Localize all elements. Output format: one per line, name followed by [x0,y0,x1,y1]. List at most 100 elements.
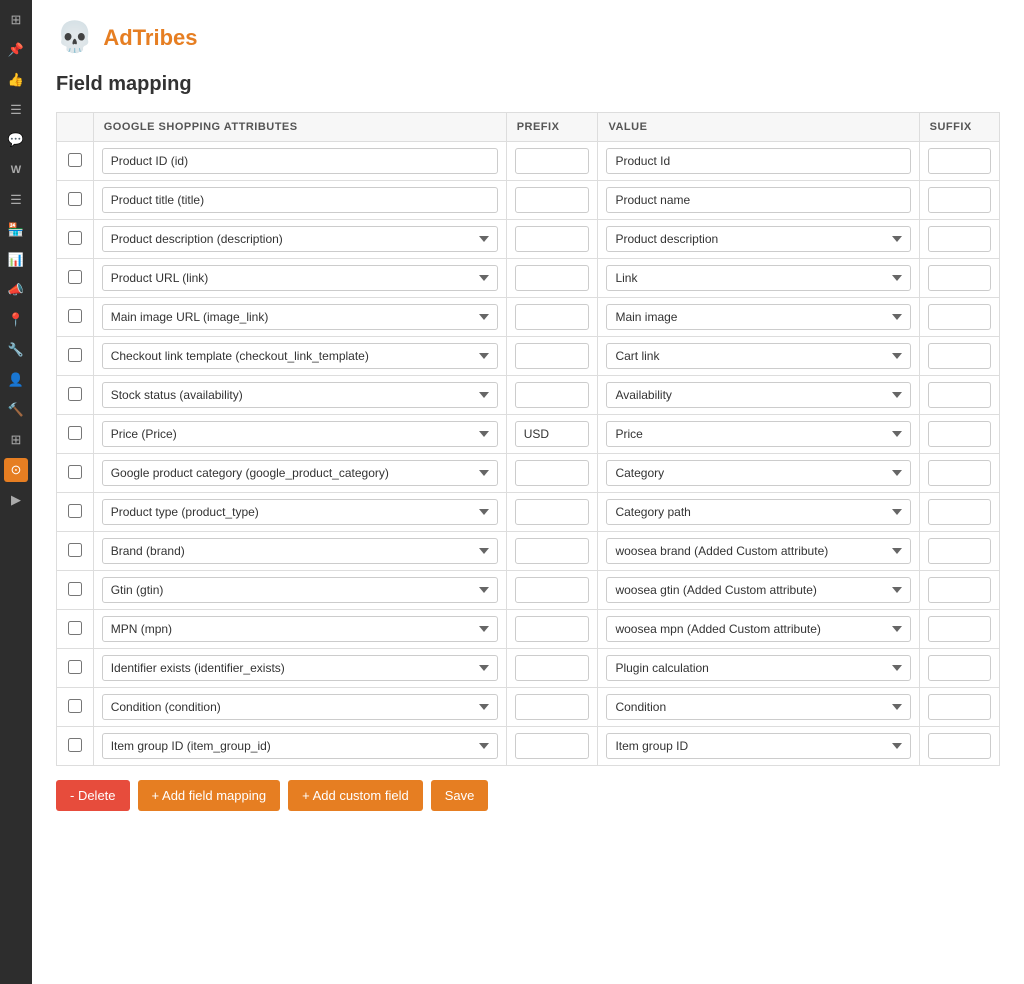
attribute-select-5[interactable]: Main image URL (image_link) [102,304,498,330]
list-icon[interactable]: ☰ [4,98,28,122]
add-mapping-button[interactable]: + Add field mapping [138,780,281,811]
row-checkbox-2[interactable] [68,192,82,206]
row-checkbox-8[interactable] [68,426,82,440]
person-icon[interactable]: 👤 [4,368,28,392]
prefix-input-16[interactable] [515,733,590,759]
prefix-input-7[interactable] [515,382,590,408]
value-select-8[interactable]: Price [606,421,910,447]
attribute-select-16[interactable]: Item group ID (item_group_id) [102,733,498,759]
active-icon[interactable]: ⊙ [4,458,28,482]
prefix-input-15[interactable] [515,694,590,720]
suffix-input-4[interactable] [928,265,991,291]
value-select-6[interactable]: Cart link [606,343,910,369]
prefix-input-8[interactable] [515,421,590,447]
row-checkbox-13[interactable] [68,621,82,635]
row-checkbox-4[interactable] [68,270,82,284]
row-checkbox-6[interactable] [68,348,82,362]
value-select-3[interactable]: Product description [606,226,910,252]
store-icon[interactable]: 🏪 [4,218,28,242]
prefix-input-2[interactable] [515,187,590,213]
attribute-select-9[interactable]: Google product category (google_product_… [102,460,498,486]
prefix-input-11[interactable] [515,538,590,564]
save-button[interactable]: Save [431,780,489,811]
attribute-select-12[interactable]: Gtin (gtin) [102,577,498,603]
pin2-icon[interactable]: 📍 [4,308,28,332]
prefix-input-14[interactable] [515,655,590,681]
row-checkbox-12[interactable] [68,582,82,596]
attribute-select-10[interactable]: Product type (product_type) [102,499,498,525]
row-checkbox-14[interactable] [68,660,82,674]
pin-icon[interactable]: 📌 [4,38,28,62]
row-checkbox-9[interactable] [68,465,82,479]
thumbs-icon[interactable]: 👍 [4,68,28,92]
add-custom-button[interactable]: + Add custom field [288,780,423,811]
suffix-input-7[interactable] [928,382,991,408]
attribute-select-7[interactable]: Stock status (availability) [102,382,498,408]
chart-icon[interactable]: 📊 [4,248,28,272]
suffix-input-8[interactable] [928,421,991,447]
suffix-input-14[interactable] [928,655,991,681]
suffix-input-5[interactable] [928,304,991,330]
dashboard-icon[interactable]: ⊞ [4,8,28,32]
attribute-select-4[interactable]: Product URL (link) [102,265,498,291]
tool-icon[interactable]: 🔧 [4,338,28,362]
row-checkbox-10[interactable] [68,504,82,518]
row-checkbox-1[interactable] [68,153,82,167]
attribute-select-11[interactable]: Brand (brand) [102,538,498,564]
woo-icon[interactable]: W [4,158,28,182]
prefix-input-9[interactable] [515,460,590,486]
value-input-1[interactable] [606,148,910,174]
value-select-16[interactable]: Item group ID [606,733,910,759]
attribute-select-6[interactable]: Checkout link template (checkout_link_te… [102,343,498,369]
prefix-input-4[interactable] [515,265,590,291]
row-checkbox-11[interactable] [68,543,82,557]
value-select-12[interactable]: woosea gtin (Added Custom attribute) [606,577,910,603]
suffix-input-11[interactable] [928,538,991,564]
value-select-7[interactable]: Availability [606,382,910,408]
row-checkbox-3[interactable] [68,231,82,245]
suffix-input-10[interactable] [928,499,991,525]
suffix-input-16[interactable] [928,733,991,759]
suffix-input-13[interactable] [928,616,991,642]
attribute-select-14[interactable]: Identifier exists (identifier_exists) [102,655,498,681]
menu2-icon[interactable]: ☰ [4,188,28,212]
value-select-15[interactable]: Condition [606,694,910,720]
suffix-input-6[interactable] [928,343,991,369]
value-select-4[interactable]: Link [606,265,910,291]
prefix-input-6[interactable] [515,343,590,369]
grid-icon[interactable]: ⊞ [4,428,28,452]
value-select-10[interactable]: Category path [606,499,910,525]
attribute-input-1[interactable] [102,148,498,174]
bubble-icon[interactable]: 💬 [4,128,28,152]
prefix-input-10[interactable] [515,499,590,525]
suffix-input-1[interactable] [928,148,991,174]
row-checkbox-7[interactable] [68,387,82,401]
value-select-11[interactable]: woosea brand (Added Custom attribute) [606,538,910,564]
suffix-input-15[interactable] [928,694,991,720]
megaphone-icon[interactable]: 📣 [4,278,28,302]
attribute-select-8[interactable]: Price (Price) [102,421,498,447]
attribute-input-2[interactable] [102,187,498,213]
play-icon[interactable]: ▶ [4,488,28,512]
attribute-select-3[interactable]: Product description (description) [102,226,498,252]
value-input-2[interactable] [606,187,910,213]
value-select-13[interactable]: woosea mpn (Added Custom attribute) [606,616,910,642]
delete-button[interactable]: - Delete [56,780,130,811]
prefix-input-13[interactable] [515,616,590,642]
wrench-icon[interactable]: 🔨 [4,398,28,422]
suffix-input-9[interactable] [928,460,991,486]
attribute-select-13[interactable]: MPN (mpn) [102,616,498,642]
value-select-9[interactable]: Category [606,460,910,486]
row-checkbox-16[interactable] [68,738,82,752]
prefix-input-3[interactable] [515,226,590,252]
value-select-14[interactable]: Plugin calculation [606,655,910,681]
attribute-select-15[interactable]: Condition (condition) [102,694,498,720]
prefix-input-12[interactable] [515,577,590,603]
prefix-input-5[interactable] [515,304,590,330]
suffix-input-12[interactable] [928,577,991,603]
suffix-input-2[interactable] [928,187,991,213]
suffix-input-3[interactable] [928,226,991,252]
row-checkbox-15[interactable] [68,699,82,713]
value-select-5[interactable]: Main image [606,304,910,330]
row-checkbox-5[interactable] [68,309,82,323]
